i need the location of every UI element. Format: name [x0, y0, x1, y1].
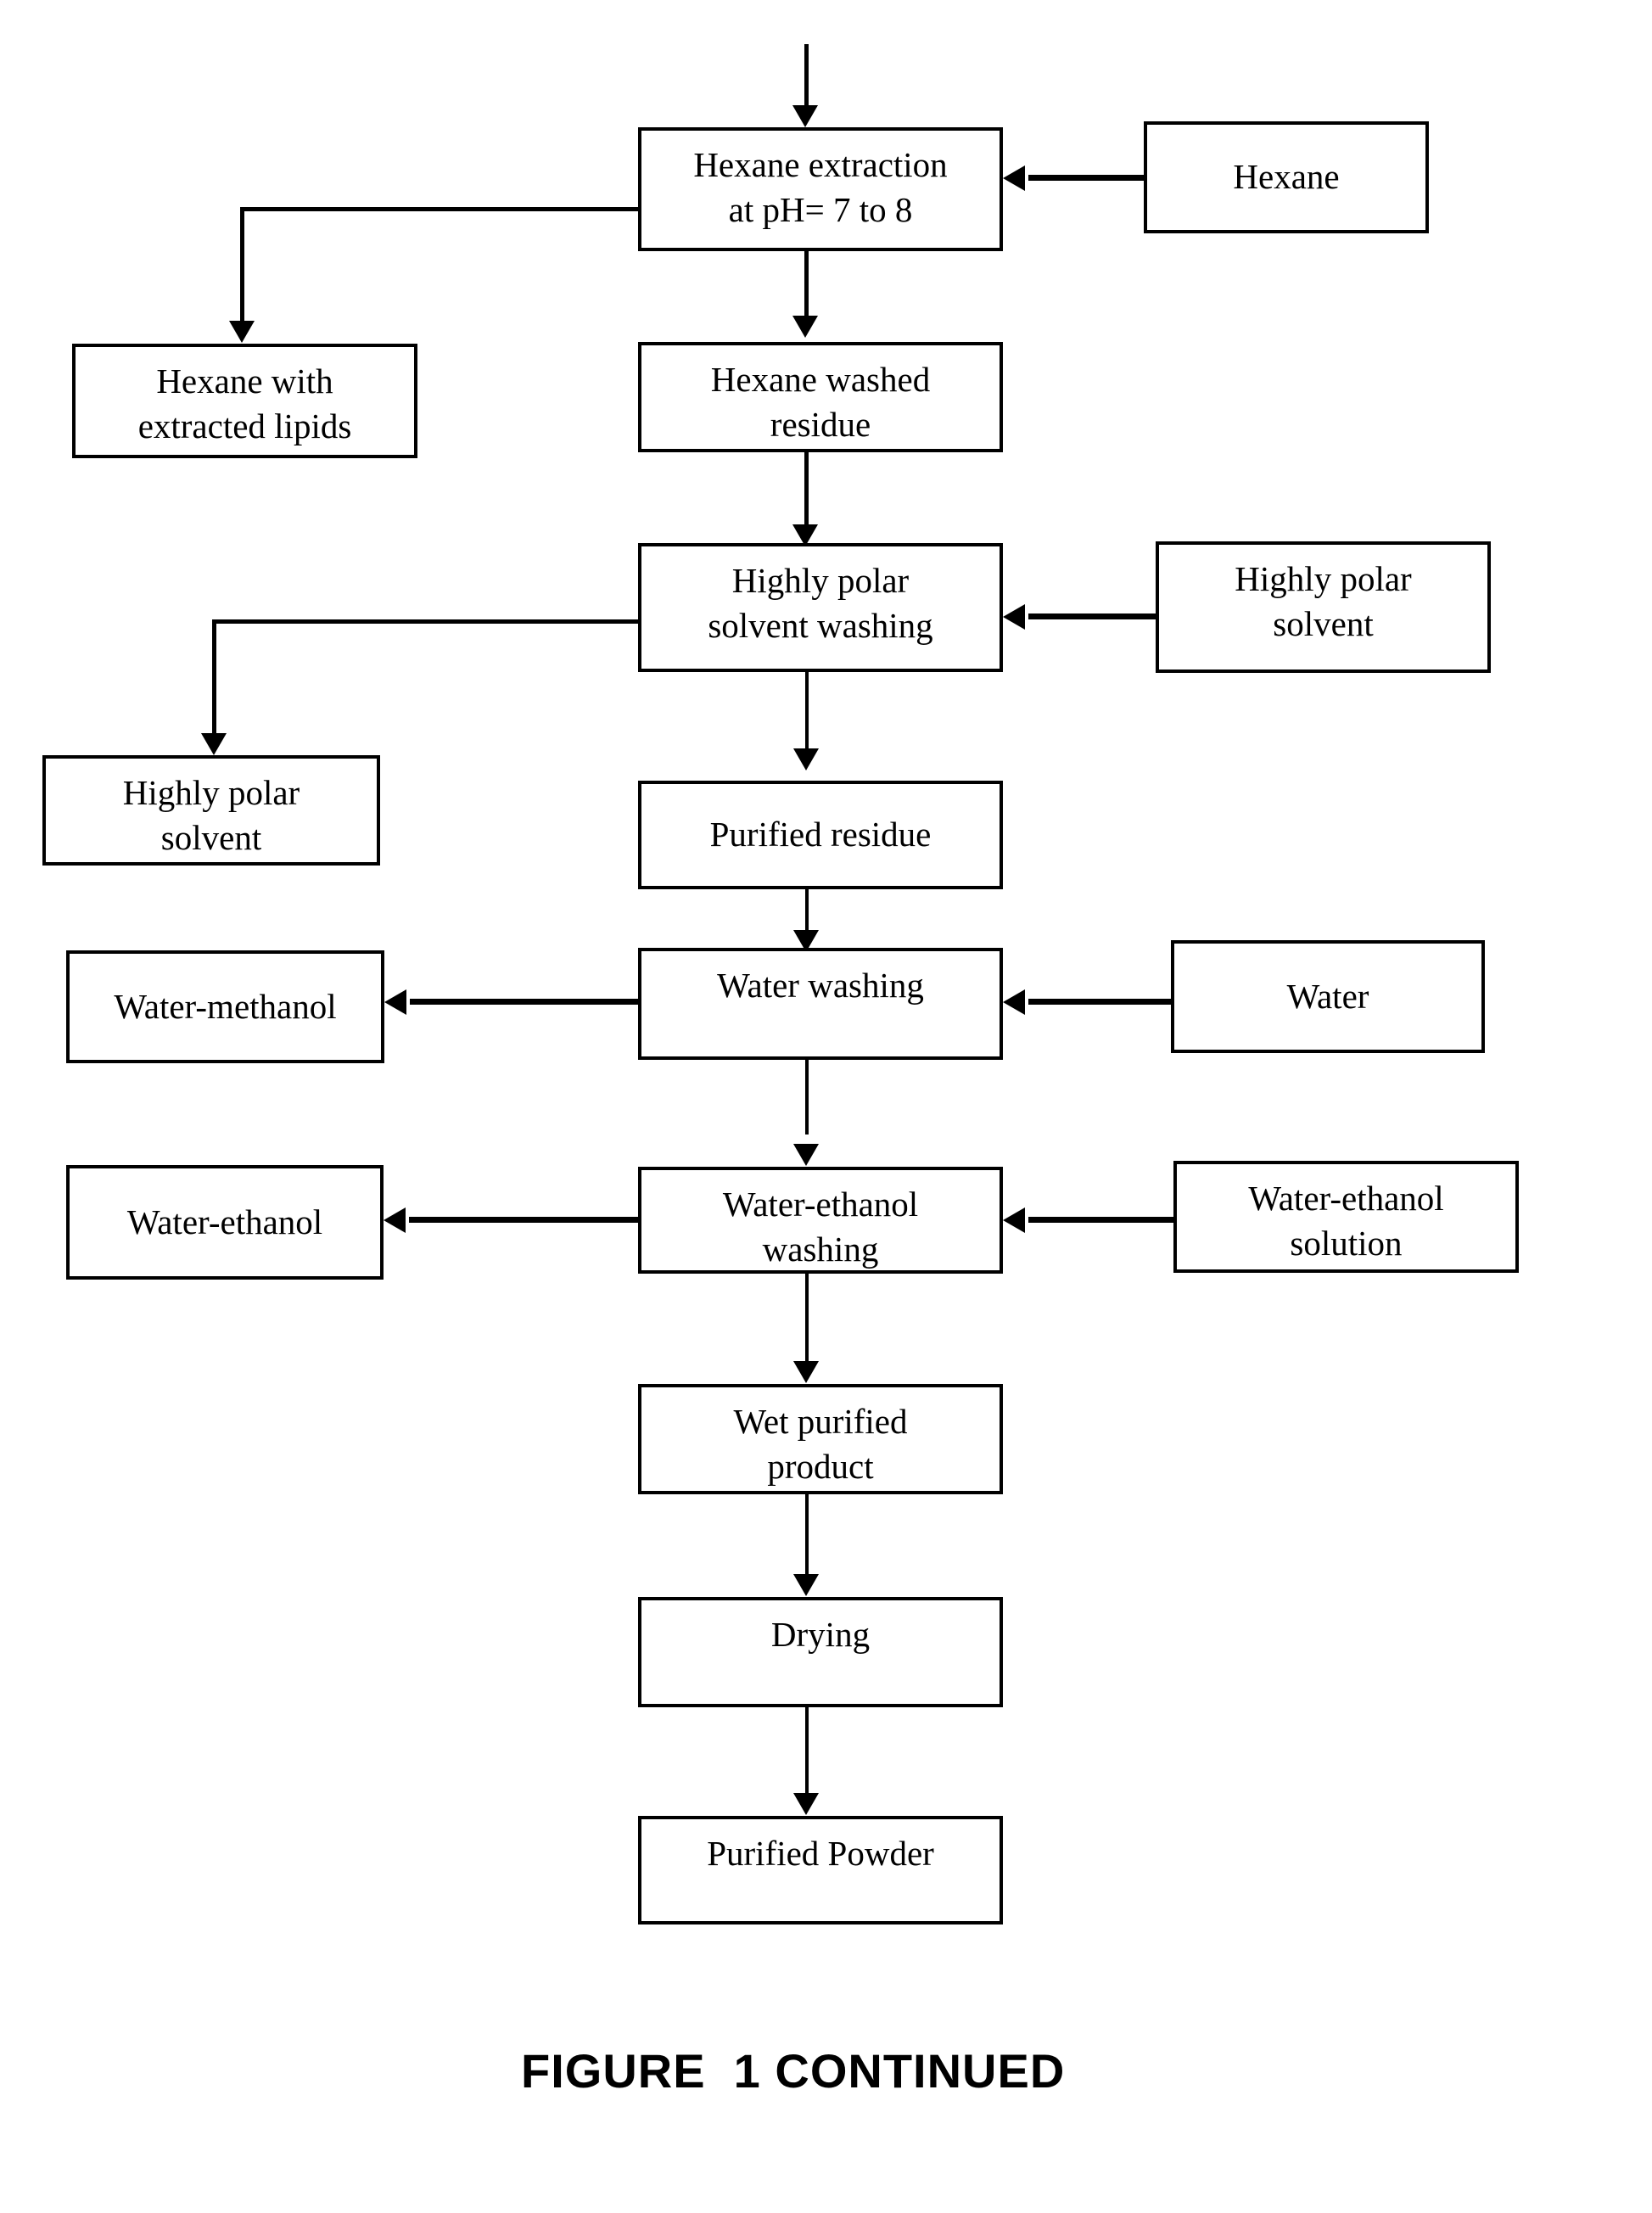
node-hexane-extraction-label: Hexane extraction at pH= 7 to 8	[693, 145, 948, 230]
node-purified-powder[interactable]: Purified Powder	[638, 1816, 1003, 1924]
edge-extraction-to-residue-line	[804, 251, 809, 319]
node-polar-solvent-reagent[interactable]: Highly polar solvent	[1156, 541, 1491, 673]
node-water-ethanol-waste[interactable]: Water-ethanol	[66, 1165, 384, 1280]
edge-ethanolwash-to-waste-arrowhead	[384, 1207, 406, 1233]
node-hexane-with-lipids[interactable]: Hexane with extracted lipids	[72, 344, 417, 458]
node-wet-purified-product-label: Wet purified product	[733, 1402, 908, 1487]
node-hexane-reagent[interactable]: Hexane	[1144, 121, 1429, 233]
node-polar-solvent-waste-label: Highly polar solvent	[122, 773, 300, 858]
node-drying-label: Drying	[770, 1615, 871, 1654]
node-drying[interactable]: Drying	[638, 1597, 1003, 1707]
edge-extraction-to-lipids-vertical	[240, 207, 244, 326]
node-water-ethanol-washing[interactable]: Water-ethanol washing	[638, 1167, 1003, 1274]
node-water-washing[interactable]: Water washing	[638, 948, 1003, 1060]
edge-wetproduct-to-drying-line	[805, 1494, 809, 1582]
node-wet-purified-product[interactable]: Wet purified product	[638, 1384, 1003, 1494]
node-water-ethanol-waste-label: Water-ethanol	[126, 1202, 323, 1241]
edge-hexane-to-extraction-line	[1028, 175, 1147, 181]
edge-polarsolvent-to-wash-line	[1028, 613, 1160, 619]
edge-wetproduct-to-drying-arrowhead	[793, 1574, 819, 1596]
node-water-methanol-waste-label: Water-methanol	[114, 986, 337, 1026]
edge-extraction-to-residue-arrowhead	[792, 316, 818, 338]
node-water-ethanol-washing-label: Water-ethanol washing	[722, 1185, 919, 1269]
node-hexane-reagent-label: Hexane	[1233, 157, 1340, 197]
node-water-reagent-label: Water	[1286, 976, 1369, 1016]
edge-waterwash-to-methanol-arrowhead	[384, 989, 406, 1015]
edge-waterwash-to-ethanolwash-line	[805, 1060, 809, 1135]
figure-caption: FIGURE 1 CONTINUED	[521, 2044, 1066, 2098]
edge-extraction-to-lipids-horizontal	[240, 207, 641, 211]
edge-ethanolwash-to-wetproduct-line	[805, 1274, 809, 1367]
node-water-ethanol-reagent-label: Water-ethanol solution	[1248, 1179, 1444, 1263]
edge-drying-to-powder-line	[805, 1707, 809, 1801]
edge-polarwash-to-waste-vertical	[212, 619, 216, 738]
edge-extraction-to-lipids-arrowhead	[229, 321, 255, 343]
node-hexane-with-lipids-label: Hexane with extracted lipids	[137, 361, 352, 446]
node-water-reagent[interactable]: Water	[1171, 940, 1485, 1053]
node-hexane-extraction[interactable]: Hexane extraction at pH= 7 to 8	[638, 127, 1003, 251]
node-purified-residue[interactable]: Purified residue	[638, 781, 1003, 889]
edge-drying-to-powder-arrowhead	[793, 1793, 819, 1815]
node-water-methanol-waste[interactable]: Water-methanol	[66, 950, 384, 1063]
edge-polarwash-to-waste-horizontal	[212, 619, 641, 624]
node-polar-solvent-reagent-label: Highly polar solvent	[1235, 559, 1412, 644]
edge-ethanolwash-to-waste-line	[409, 1217, 641, 1223]
node-polar-solvent-washing-label: Highly polar solvent washing	[708, 561, 933, 646]
edge-polarwash-to-waste-arrowhead	[201, 733, 227, 755]
edge-hexane-to-extraction-arrowhead	[1003, 165, 1025, 191]
edge-ethanolsolution-to-wash-arrowhead	[1003, 1207, 1025, 1233]
edge-polarwash-to-purifiedresidue-line	[805, 672, 809, 754]
edge-water-to-waterwash-arrowhead	[1003, 989, 1025, 1015]
edge-ethanolwash-to-wetproduct-arrowhead	[793, 1361, 819, 1383]
node-water-washing-label: Water washing	[717, 966, 924, 1005]
edge-incoming-arrowhead	[792, 105, 818, 127]
node-polar-solvent-waste[interactable]: Highly polar solvent	[42, 755, 380, 866]
edge-waterwash-to-ethanolwash-arrowhead	[793, 1144, 819, 1166]
edge-ethanolsolution-to-wash-line	[1028, 1217, 1177, 1223]
edge-waterwash-to-methanol-line	[410, 999, 641, 1005]
edge-water-to-waterwash-line	[1028, 999, 1174, 1005]
edge-incoming-line	[804, 44, 809, 110]
node-purified-powder-label: Purified Powder	[707, 1834, 934, 1873]
node-hexane-washed-residue[interactable]: Hexane washed residue	[638, 342, 1003, 452]
node-water-ethanol-reagent[interactable]: Water-ethanol solution	[1173, 1161, 1519, 1273]
edge-polarsolvent-to-wash-arrowhead	[1003, 604, 1025, 630]
edge-polarwash-to-purifiedresidue-arrowhead	[793, 748, 819, 770]
node-polar-solvent-washing[interactable]: Highly polar solvent washing	[638, 543, 1003, 672]
figure-page: Hexane extraction at pH= 7 to 8 Hexane H…	[0, 0, 1652, 2213]
node-purified-residue-label: Purified residue	[709, 815, 932, 854]
node-hexane-washed-residue-label: Hexane washed residue	[710, 360, 931, 445]
